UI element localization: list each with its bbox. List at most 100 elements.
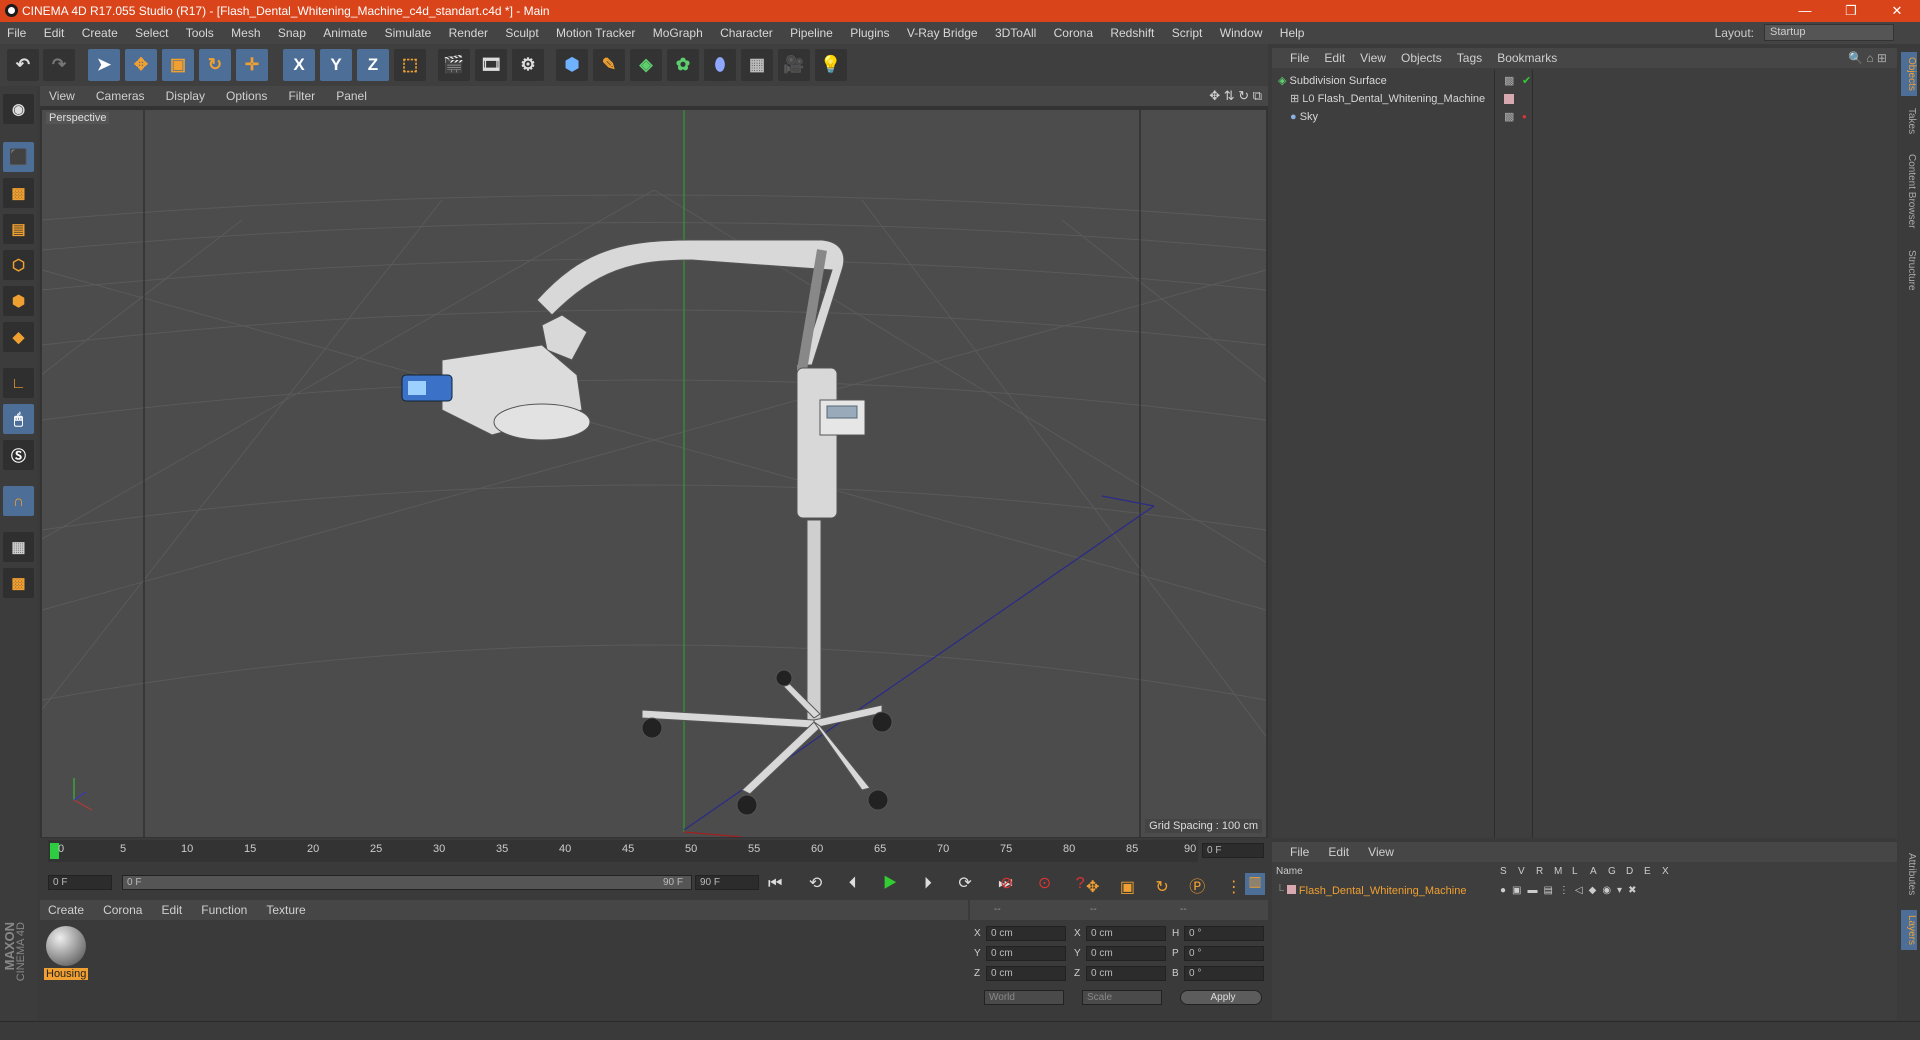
polygons-mode-icon[interactable]: ◆ <box>3 322 34 352</box>
points-mode-icon[interactable]: ⬡ <box>3 250 34 280</box>
viewport-menu-filter[interactable]: Filter <box>288 89 315 103</box>
menu-file[interactable]: File <box>7 26 26 40</box>
menu-mesh[interactable]: Mesh <box>231 26 260 40</box>
tab-objects[interactable]: Objects <box>1901 52 1917 96</box>
menu-edit[interactable]: Edit <box>44 26 65 40</box>
layer-menu-view[interactable]: View <box>1368 845 1394 859</box>
tab-attributes[interactable]: Attributes <box>1901 846 1917 902</box>
menu-3dtoall[interactable]: 3DToAll <box>995 26 1036 40</box>
workplane-lock-icon[interactable]: ▦ <box>3 532 34 562</box>
render-view-icon[interactable]: 🎬 <box>438 49 470 81</box>
make-editable-icon[interactable]: ◉ <box>3 94 34 124</box>
object-menu-file[interactable]: File <box>1290 51 1309 65</box>
tab-layers[interactable]: Layers <box>1901 910 1917 950</box>
viewport-nav-icon[interactable]: ✥ ⇅ ↻ ⧉ <box>1209 86 1262 106</box>
layer-menu-edit[interactable]: Edit <box>1328 845 1349 859</box>
material-menu-texture[interactable]: Texture <box>266 903 305 917</box>
viewport-menu-display[interactable]: Display <box>166 89 205 103</box>
model-mode-icon[interactable]: ⬛ <box>3 142 34 172</box>
start-frame-field[interactable]: 0 F <box>48 875 112 890</box>
timeline-ruler[interactable]: 0 5 10 15 20 25 30 35 40 45 50 55 60 65 … <box>48 840 1198 862</box>
quantize-icon[interactable]: ▩ <box>3 568 34 598</box>
apply-button[interactable]: Apply <box>1180 990 1262 1005</box>
scale-select[interactable]: Scale <box>1082 990 1162 1005</box>
menu-script[interactable]: Script <box>1172 26 1203 40</box>
menu-plugins[interactable]: Plugins <box>850 26 889 40</box>
minimize-button[interactable]: — <box>1782 0 1828 22</box>
menu-window[interactable]: Window <box>1220 26 1263 40</box>
viewport-menu-view[interactable]: View <box>49 89 75 103</box>
timeline-layout-icon[interactable]: ▥ <box>1245 873 1265 895</box>
menu-tools[interactable]: Tools <box>186 26 214 40</box>
3d-scene[interactable]: Perspective Grid Spacing : 100 cm <box>0 110 1843 838</box>
world-select[interactable]: World <box>984 990 1064 1005</box>
size-x-field[interactable]: 0 cm <box>1086 926 1166 941</box>
menu-mograph[interactable]: MoGraph <box>653 26 703 40</box>
workplane-icon[interactable]: ▤ <box>3 214 34 244</box>
subdivision-icon[interactable]: ◈ <box>630 49 662 81</box>
material-menu-create[interactable]: Create <box>48 903 84 917</box>
layer-flag-icons[interactable]: ●▣▬▤⋮◁◆◉▾✖ <box>1500 882 1642 900</box>
tab-takes[interactable]: Takes <box>1901 104 1917 138</box>
coordinate-system-icon[interactable]: ⬚ <box>394 49 426 81</box>
material-menu-function[interactable]: Function <box>201 903 247 917</box>
enable-axis-icon[interactable]: ∟ <box>3 368 34 398</box>
mograph-cloner-icon[interactable]: ✿ <box>667 49 699 81</box>
render-picture-viewer-icon[interactable]: 🎞 <box>475 49 507 81</box>
render-settings-icon[interactable]: ⚙ <box>512 49 544 81</box>
material-menu-corona[interactable]: Corona <box>103 903 142 917</box>
x-axis-toggle[interactable]: X <box>283 49 315 81</box>
end-frame-field[interactable]: 90 F <box>695 875 759 890</box>
scale-icon[interactable]: ▣ <box>162 49 194 81</box>
object-menu-tags[interactable]: Tags <box>1457 51 1482 65</box>
object-menu-bookmarks[interactable]: Bookmarks <box>1497 51 1557 65</box>
edges-mode-icon[interactable]: ⬢ <box>3 286 34 316</box>
move-icon[interactable]: ✥ <box>125 49 157 81</box>
viewport-menu-options[interactable]: Options <box>226 89 267 103</box>
layer-menu-file[interactable]: File <box>1290 845 1309 859</box>
layout-select[interactable]: Startup <box>1764 24 1894 41</box>
live-selection-icon[interactable]: ✛ <box>236 49 268 81</box>
object-row-subdivision[interactable]: ◈ Subdivision Surface ▩ ✔ <box>1278 72 1893 90</box>
close-button[interactable]: ✕ <box>1874 0 1920 22</box>
y-axis-toggle[interactable]: Y <box>320 49 352 81</box>
material-menu-edit[interactable]: Edit <box>162 903 183 917</box>
camera-icon[interactable]: 🎥 <box>778 49 810 81</box>
z-axis-toggle[interactable]: Z <box>357 49 389 81</box>
menu-simulate[interactable]: Simulate <box>385 26 432 40</box>
texture-mode-icon[interactable]: ▩ <box>3 178 34 208</box>
tweak-mode-icon[interactable]: 🖱 <box>3 404 34 434</box>
object-menu-view[interactable]: View <box>1360 51 1386 65</box>
keyframe-controls[interactable]: ⊘ ⊙ ? <box>1000 873 1095 893</box>
rotation-p-field[interactable]: 0 ° <box>1184 946 1264 961</box>
menu-pipeline[interactable]: Pipeline <box>790 26 833 40</box>
undo-icon[interactable]: ↶ <box>7 49 39 81</box>
menu-create[interactable]: Create <box>82 26 118 40</box>
redo-icon[interactable]: ↷ <box>43 49 75 81</box>
visibility-toggle[interactable]: ▩ <box>1504 72 1514 90</box>
object-row-sky[interactable]: ● Sky ▩ ● <box>1290 108 1890 126</box>
sky-visibility-toggle[interactable]: ▩ <box>1504 108 1514 126</box>
range-slider[interactable]: 0 F 90 F <box>122 875 692 890</box>
tab-structure[interactable]: Structure <box>1901 244 1917 296</box>
current-frame-field[interactable]: 0 F <box>1202 843 1264 858</box>
position-z-field[interactable]: 0 cm <box>986 966 1066 981</box>
position-x-field[interactable]: 0 cm <box>986 926 1066 941</box>
menu-select[interactable]: Select <box>135 26 168 40</box>
deformer-icon[interactable]: ⬮ <box>704 49 736 81</box>
menu-render[interactable]: Render <box>449 26 488 40</box>
layer-row[interactable]: └ Flash_Dental_Whitening_Machine ●▣▬▤⋮◁◆… <box>1276 882 1891 900</box>
size-z-field[interactable]: 0 cm <box>1086 966 1166 981</box>
size-y-field[interactable]: 0 cm <box>1086 946 1166 961</box>
play-icon[interactable]: ▶ <box>883 875 908 892</box>
menu-vray-bridge[interactable]: V-Ray Bridge <box>907 26 978 40</box>
rotate-icon[interactable]: ↻ <box>199 49 231 81</box>
rotation-h-field[interactable]: 0 ° <box>1184 926 1264 941</box>
menu-sculpt[interactable]: Sculpt <box>505 26 538 40</box>
cube-primitive-icon[interactable]: ⬢ <box>556 49 588 81</box>
tab-content-browser[interactable]: Content Browser <box>1901 146 1917 236</box>
pen-spline-icon[interactable]: ✎ <box>593 49 625 81</box>
position-y-field[interactable]: 0 cm <box>986 946 1066 961</box>
menu-animate[interactable]: Animate <box>323 26 367 40</box>
menu-help[interactable]: Help <box>1280 26 1305 40</box>
